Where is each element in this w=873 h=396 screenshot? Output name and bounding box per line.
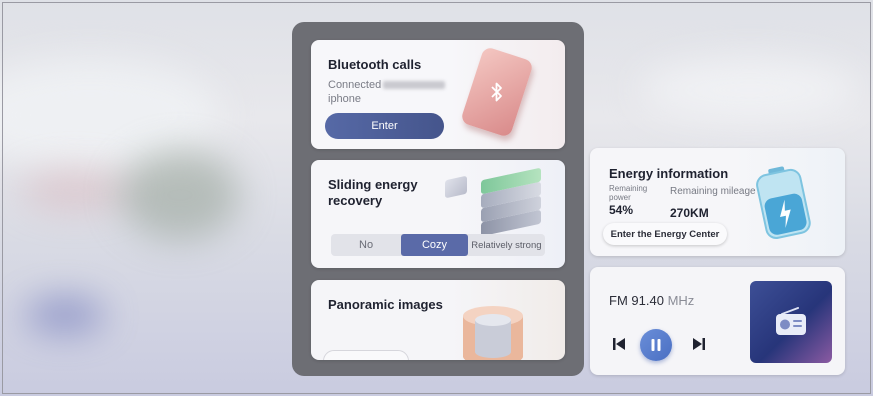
pause-button[interactable]: [640, 329, 672, 361]
camera-illustration: [463, 306, 523, 360]
pause-icon: [651, 339, 661, 351]
connection-status: Connected: [328, 79, 382, 91]
radio-icon: [776, 307, 806, 335]
previous-icon[interactable]: [612, 337, 626, 351]
energy-center-button[interactable]: Enter the Energy Center: [603, 223, 727, 245]
panoramic-title: Panoramic images: [328, 297, 443, 312]
blurred-device-name: [383, 81, 446, 90]
option-cozy[interactable]: Cozy: [401, 234, 468, 256]
recovery-level-selector[interactable]: No Cozy Relatively strong: [331, 234, 545, 256]
bluetooth-enter-button[interactable]: Enter: [325, 113, 444, 139]
radio-frequency: FM 91.40 MHz: [609, 293, 694, 308]
phone-illustration: [459, 45, 535, 139]
remaining-power-label: Remaining power: [609, 184, 648, 202]
radio-frequency-value: 91.40: [631, 293, 664, 308]
energy-info-title: Energy information: [609, 166, 729, 181]
energy-recovery-title: Sliding energy recovery: [328, 177, 418, 208]
panoramic-button[interactable]: [323, 350, 409, 360]
energy-recovery-card: Sliding energy recovery No Cozy Relative…: [311, 160, 565, 268]
option-relatively-strong[interactable]: Relatively strong: [468, 234, 545, 256]
cube-illustration: [445, 175, 467, 199]
bluetooth-title: Bluetooth calls: [328, 57, 422, 72]
remaining-mileage-value: 270KM: [670, 206, 709, 220]
next-icon[interactable]: [692, 337, 706, 351]
energy-info-card: Energy information Remaining power 54% R…: [590, 148, 845, 256]
radio-card: FM 91.40 MHz: [590, 267, 845, 375]
radio-artwork[interactable]: [750, 281, 832, 363]
bluetooth-icon: [491, 82, 502, 102]
battery-icon: [756, 166, 811, 239]
bluetooth-status: Connected iphone: [328, 78, 446, 106]
cards-panel: Bluetooth calls Connected iphone Enter S…: [292, 22, 584, 376]
remaining-mileage-label: Remaining mileage: [670, 186, 756, 197]
radio-band: FM: [609, 293, 628, 308]
option-no[interactable]: No: [331, 234, 401, 256]
radio-unit: MHz: [667, 293, 695, 308]
remaining-power-value: 54%: [609, 203, 634, 217]
stack-illustration: [481, 167, 543, 237]
panoramic-card[interactable]: Panoramic images: [311, 280, 565, 360]
bluetooth-card[interactable]: Bluetooth calls Connected iphone Enter: [311, 40, 565, 149]
device-name: iphone: [328, 93, 362, 105]
